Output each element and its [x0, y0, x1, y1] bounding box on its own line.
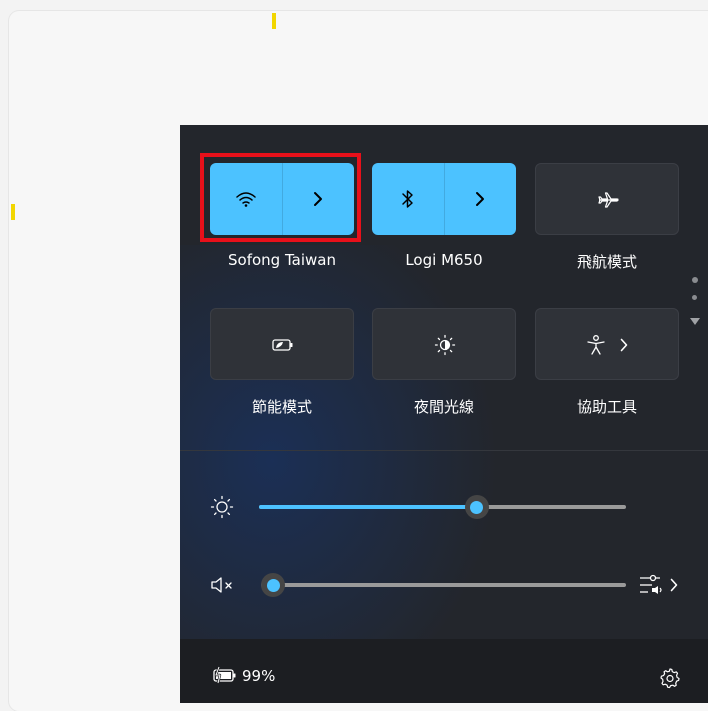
volume-track — [261, 583, 626, 587]
night-light-icon-wrap — [373, 309, 517, 381]
battery-percentage: 99% — [242, 667, 276, 685]
accessibility-icon — [587, 335, 605, 355]
pager-dot-1[interactable] — [692, 277, 698, 283]
energy-saver-icon-wrap — [211, 309, 355, 381]
bluetooth-devices-button[interactable] — [444, 163, 516, 235]
accessibility-icon-wrap — [576, 309, 616, 381]
pager-next-icon[interactable] — [689, 317, 701, 326]
accessibility-tile[interactable] — [535, 308, 679, 380]
gear-icon[interactable] — [659, 667, 681, 689]
bluetooth-toggle-button[interactable] — [372, 163, 444, 235]
highlight-box — [200, 153, 361, 242]
night-light-icon — [434, 334, 456, 356]
night-light-label: 夜間光線 — [413, 398, 474, 416]
brightness-fill — [259, 505, 477, 509]
accessibility-chevron-wrap — [614, 309, 634, 381]
battery-charging-icon[interactable] — [212, 666, 238, 684]
airplane-mode-tile[interactable] — [535, 163, 679, 235]
energy-saver-icon — [272, 339, 293, 351]
pager-dot-2[interactable] — [692, 295, 697, 300]
energy-saver-tile[interactable] — [210, 308, 354, 380]
brightness-thumb[interactable] — [464, 495, 489, 519]
wifi-tile-label: Sofong Taiwan — [228, 251, 336, 269]
bluetooth-tile-label: Logi M650 — [405, 251, 483, 269]
chevron-right-icon[interactable] — [670, 578, 678, 592]
airplane-icon-wrap — [536, 164, 680, 236]
energy-saver-label: 節能模式 — [251, 398, 312, 416]
chevron-right-icon — [620, 338, 628, 352]
screen-marker-top — [272, 13, 276, 29]
airplane-mode-label: 飛航模式 — [576, 253, 637, 271]
screen-marker-left — [11, 204, 15, 220]
section-divider — [180, 450, 708, 451]
volume-thumb[interactable] — [261, 573, 285, 597]
volume-muted-icon[interactable] — [210, 576, 236, 594]
brightness-icon — [210, 495, 234, 519]
volume-slider[interactable] — [261, 573, 626, 597]
audio-mixer-icon[interactable] — [638, 573, 664, 597]
quick-settings-footer: 99% — [180, 639, 708, 703]
night-light-tile[interactable] — [372, 308, 516, 380]
bluetooth-icon — [402, 190, 413, 208]
bluetooth-tile — [372, 163, 516, 235]
airplane-icon — [598, 192, 619, 208]
accessibility-label: 協助工具 — [576, 398, 637, 416]
chevron-right-icon — [476, 192, 484, 206]
brightness-slider[interactable] — [259, 495, 626, 519]
